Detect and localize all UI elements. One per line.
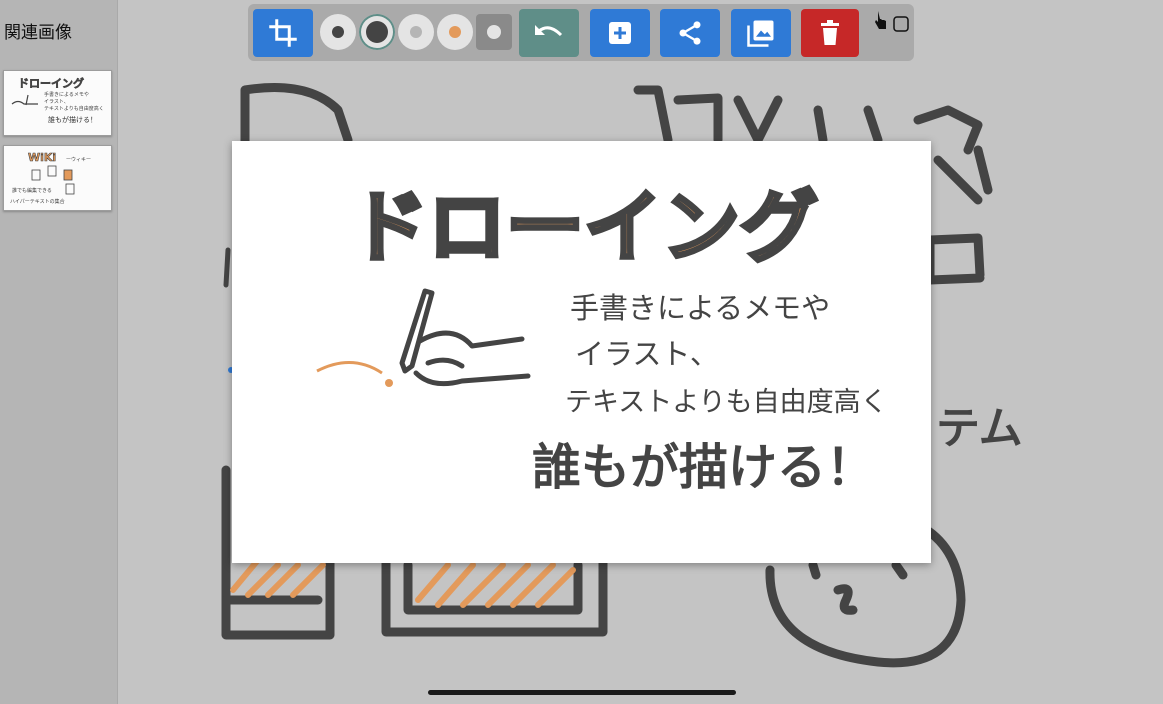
preview-line3: テキストよりも自由度高く [565, 387, 888, 418]
share-button[interactable] [660, 9, 720, 57]
drawing-toolbar [248, 4, 914, 61]
share-icon [679, 21, 701, 45]
gray-dot-icon [410, 26, 422, 38]
thumbnail-wiki-title: WiKi [28, 151, 56, 164]
hand-pen-illustration [399, 288, 531, 387]
small-dot-icon [332, 26, 344, 38]
preview-title: ドローイング [350, 183, 818, 273]
related-images-sidebar: 関連画像 ドローイング 手書きによるメモや イラスト、 テキストよりも自由度高く… [0, 0, 118, 704]
orange-dot-icon [449, 26, 461, 38]
sidebar-title: 関連画像 [4, 23, 72, 43]
large-dot-icon [366, 21, 388, 43]
thumbnail-drawing-title: ドローイング [18, 76, 84, 90]
canvas-background-text: テム [936, 403, 1023, 454]
image-icon [747, 20, 774, 47]
undo-icon [535, 25, 563, 37]
thumbnail-drawing-line2: イラスト、 [44, 99, 69, 105]
thumbnail-drawing-line3: テキストよりも自由度高く [44, 105, 104, 112]
thumbnail-wiki-line1: 誰でも編集できる [12, 187, 52, 194]
plus-box-icon [609, 22, 631, 44]
thumbnail-wiki[interactable]: WiKi ーウィキー 誰でも編集できる ハイパーテキストの集合 [3, 145, 112, 211]
crop-button[interactable] [253, 9, 313, 57]
thumbnail-wiki-suffix: ーウィキー [66, 156, 91, 163]
hand-pointer-icon [875, 11, 909, 32]
thumbnail-drawing-line1: 手書きによるメモや [44, 91, 89, 98]
home-indicator [428, 690, 736, 695]
preview-line2: イラスト、 [575, 337, 719, 371]
undo-button[interactable] [519, 9, 579, 57]
pen-size-large[interactable] [359, 14, 395, 50]
thumbnail-wiki-line2: ハイパーテキストの集合 [10, 198, 65, 205]
preview-line1: 手書きによるメモや [570, 291, 830, 325]
dark-gray-dot-icon [487, 25, 501, 39]
pen-color-dark-gray[interactable] [476, 14, 512, 50]
pen-color-gray[interactable] [398, 14, 434, 50]
thumbnail-drawing-line4: 誰もが描ける！ [48, 115, 97, 124]
thumbnail-drawing[interactable]: ドローイング 手書きによるメモや イラスト、 テキストよりも自由度高く 誰もが描… [3, 70, 112, 136]
image-button[interactable] [731, 9, 791, 57]
delete-button[interactable] [801, 9, 859, 57]
pointer-mode-indicator[interactable] [873, 9, 913, 35]
trash-icon [821, 20, 839, 45]
pen-size-small[interactable] [320, 14, 356, 50]
add-button[interactable] [590, 9, 650, 57]
image-preview[interactable]: ドローイング 手書きによるメモや イラスト、 テキストよりも自由度高く 誰もが描… [232, 141, 931, 563]
crop-icon [269, 19, 297, 47]
preview-line4: 誰もが描ける！ [532, 439, 875, 496]
pen-color-orange[interactable] [437, 14, 473, 50]
